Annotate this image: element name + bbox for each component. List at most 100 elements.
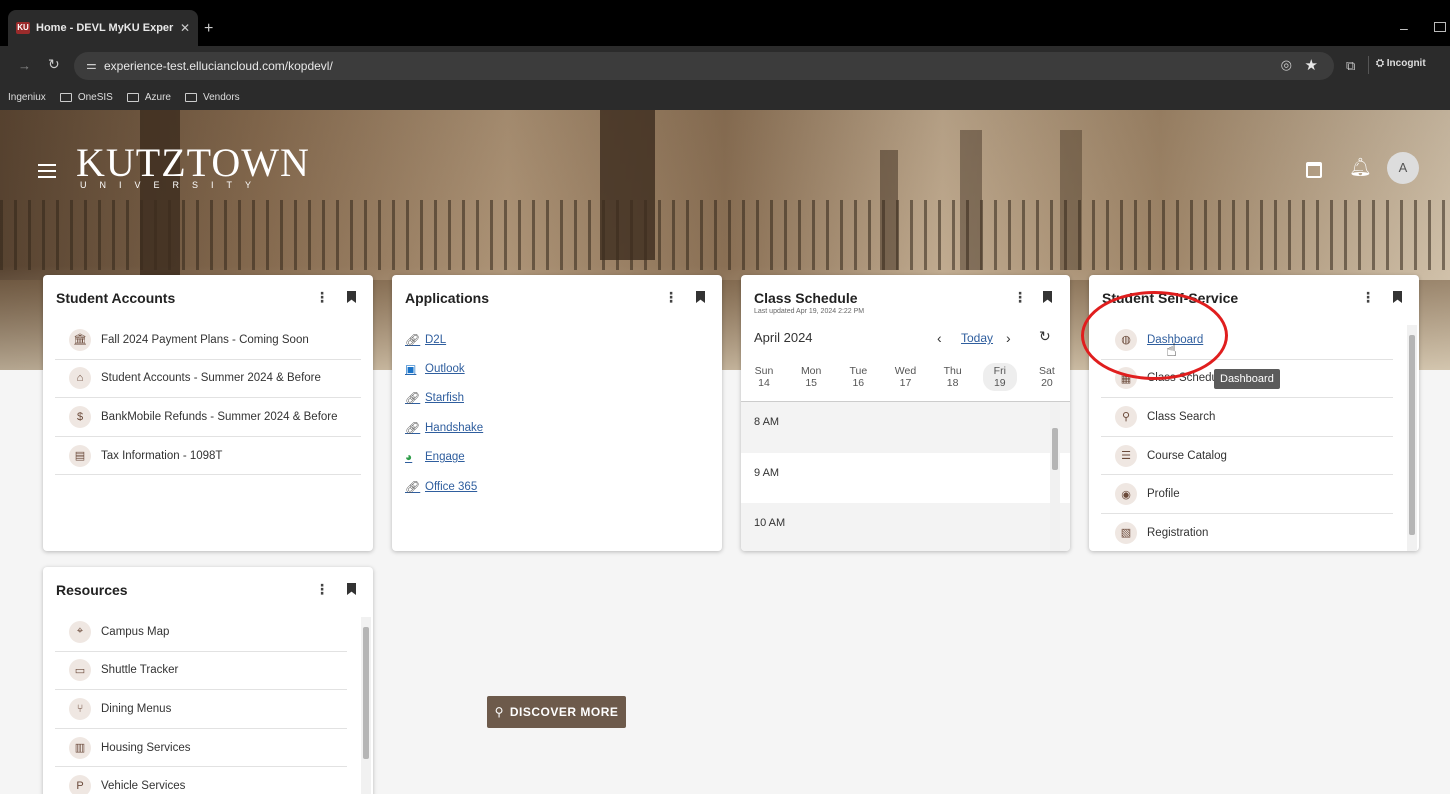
dashboard-tooltip: Dashboard xyxy=(1214,369,1280,389)
app-link-starfish[interactable]: 🔗︎ Starfish xyxy=(405,384,483,413)
bookmark-icon[interactable] xyxy=(347,583,356,595)
more-vert-icon[interactable]: ⋮ xyxy=(1013,289,1027,306)
calendar-icon[interactable] xyxy=(1306,162,1322,178)
app-link-engage[interactable]: ◕ Engage xyxy=(405,443,483,472)
building-column xyxy=(880,150,898,270)
item-label: Campus Map xyxy=(101,625,170,638)
address-bar[interactable]: ⚌ experience-test.elluciancloud.com/kopd… xyxy=(74,52,1334,80)
discover-more-label: DISCOVER MORE xyxy=(509,705,619,719)
bookmark-folder-onesis[interactable]: OneSIS xyxy=(59,91,113,103)
new-tab-button[interactable]: + xyxy=(204,20,213,38)
bookmark-folder-azure[interactable]: Azure xyxy=(126,92,171,103)
logo-wordmark: KUTZTOWN xyxy=(76,140,310,185)
card-title: Applications xyxy=(405,290,490,306)
scrollbar-thumb[interactable] xyxy=(1409,335,1415,535)
day-thu[interactable]: Thu 18 xyxy=(936,363,970,391)
bookmark-label: OneSIS xyxy=(77,91,113,103)
bookmark-icon[interactable] xyxy=(1043,291,1052,303)
bookmark-star-icon[interactable]: ★ xyxy=(1305,56,1318,74)
close-tab-icon[interactable]: ✕ xyxy=(180,21,190,35)
resources-scrollbar[interactable] xyxy=(361,617,371,794)
list-item[interactable]: ▤ Tax Information - 1098T xyxy=(55,437,361,476)
item-label: Housing Services xyxy=(101,741,191,754)
folder-icon xyxy=(184,92,197,102)
item-label: Vehicle Services xyxy=(101,780,186,793)
kutztown-logo[interactable]: KUTZTOWN UNIVERSITY xyxy=(76,140,310,191)
forward-icon[interactable]: → xyxy=(18,58,31,73)
browser-chrome: KU Home - DEVL MyKU Experienc ✕ + – → ↻ … xyxy=(0,0,1450,110)
list-item-profile[interactable]: ◉ Profile xyxy=(1101,475,1393,514)
list-item[interactable]: 🏛︎ Fall 2024 Payment Plans - Coming Soon xyxy=(55,321,361,360)
list-item-course-catalog[interactable]: ☰ Course Catalog xyxy=(1101,437,1393,476)
applications-list: 🔗︎ D2L ▣ Outlook 🔗︎ Starfish 🔗︎ Handshake ◕ E… xyxy=(405,325,483,501)
bookmark-ingeniux[interactable]: Ingeniux xyxy=(8,92,46,103)
today-button[interactable]: Today xyxy=(961,331,993,345)
link-icon: 🔗︎ xyxy=(405,479,421,494)
more-vert-icon[interactable]: ⋮ xyxy=(1361,289,1375,306)
search-icon: ⚲ xyxy=(1115,405,1137,428)
list-item[interactable]: $ BankMobile Refunds - Summer 2024 & Befo… xyxy=(55,398,361,437)
day-name: Fri xyxy=(993,365,1006,377)
day-wed[interactable]: Wed 17 xyxy=(888,363,922,391)
bookmark-icon[interactable] xyxy=(347,291,356,303)
list-item-vehicle-services[interactable]: P Vehicle Services xyxy=(55,767,347,794)
bookmark-icon[interactable] xyxy=(696,291,705,303)
more-vert-icon[interactable]: ⋮ xyxy=(664,289,678,306)
annotation-circle xyxy=(1081,291,1228,380)
day-name: Sat xyxy=(1039,365,1055,377)
eye-off-icon[interactable]: ◎ xyxy=(1281,57,1292,73)
list-item-class-search[interactable]: ⚲ Class Search xyxy=(1101,398,1393,437)
scrollbar-thumb[interactable] xyxy=(363,627,369,759)
card-title: Resources xyxy=(56,582,128,598)
list-item-housing-services[interactable]: ▥ Housing Services xyxy=(55,729,347,768)
incognito-indicator[interactable]: ⛭ Incognit xyxy=(1376,58,1426,69)
refresh-icon[interactable]: ↻ xyxy=(1039,328,1051,345)
more-vert-icon[interactable]: ⋮ xyxy=(315,289,329,306)
maximize-window-button[interactable] xyxy=(1434,22,1446,32)
link-icon: 🔗︎ xyxy=(405,420,421,435)
more-vert-icon[interactable]: ⋮ xyxy=(315,581,329,598)
list-item-shuttle-tracker[interactable]: ▭ Shuttle Tracker xyxy=(55,652,347,691)
day-tue[interactable]: Tue 16 xyxy=(841,363,875,391)
site-info-icon[interactable]: ⚌ xyxy=(86,58,97,72)
chevron-right-icon[interactable]: › xyxy=(1006,330,1011,346)
app-label: Engage xyxy=(425,451,465,464)
app-link-office365[interactable]: 🔗︎ Office 365 xyxy=(405,472,483,501)
hamburger-menu-icon[interactable] xyxy=(38,160,56,182)
list-item-dining-menus[interactable]: ⑂ Dining Menus xyxy=(55,690,347,729)
bookmark-folder-vendors[interactable]: Vendors xyxy=(184,92,240,103)
applications-card: Applications ⋮ 🔗︎ D2L ▣ Outlook 🔗︎ Starfish… xyxy=(392,275,722,551)
hand-cursor-icon: ☝︎ xyxy=(1166,340,1177,360)
hour-slot: 9 AM xyxy=(754,466,780,479)
minimize-window-button[interactable]: – xyxy=(1400,20,1408,36)
incognito-label: Incognit xyxy=(1386,58,1426,69)
schedule-grid[interactable]: 8 AM 9 AM 10 AM xyxy=(741,401,1070,551)
day-number: 15 xyxy=(805,377,817,389)
day-mon[interactable]: Mon 15 xyxy=(794,363,828,391)
app-link-handshake[interactable]: 🔗︎ Handshake xyxy=(405,413,483,442)
day-sun[interactable]: Sun 14 xyxy=(747,363,781,391)
scrollbar-thumb[interactable] xyxy=(1052,428,1058,470)
discover-more-button[interactable]: ⚲ DISCOVER MORE xyxy=(487,696,626,728)
list-item[interactable]: ⌂ Student Accounts - Summer 2024 & Before xyxy=(55,360,361,399)
day-sat[interactable]: Sat 20 xyxy=(1030,363,1064,391)
item-label: Class Search xyxy=(1147,410,1216,423)
chevron-left-icon[interactable]: ‹ xyxy=(937,330,942,346)
browser-tab[interactable]: KU Home - DEVL MyKU Experienc ✕ xyxy=(8,10,198,46)
day-fri-selected[interactable]: Fri 19 xyxy=(982,363,1017,391)
list-item-registration[interactable]: ▧ Registration xyxy=(1101,514,1393,551)
avatar[interactable]: A xyxy=(1387,152,1419,184)
app-link-d2l[interactable]: 🔗︎ D2L xyxy=(405,325,483,354)
app-label: Starfish xyxy=(425,392,464,405)
extensions-icon[interactable]: ⧉ xyxy=(1346,58,1355,74)
bookmark-icon[interactable] xyxy=(1393,291,1402,303)
self-service-scrollbar[interactable] xyxy=(1407,325,1417,551)
app-link-outlook[interactable]: ▣ Outlook xyxy=(405,354,483,383)
list-item-campus-map[interactable]: ⌖ Campus Map xyxy=(55,613,347,652)
day-number: 17 xyxy=(899,377,912,389)
url-text[interactable]: experience-test.elluciancloud.com/kopdev… xyxy=(104,59,333,73)
reload-icon[interactable]: ↻ xyxy=(48,56,60,73)
schedule-scrollbar[interactable] xyxy=(1050,402,1060,551)
notification-bell-icon[interactable]: 🔔︎ xyxy=(1349,157,1372,178)
item-label: Registration xyxy=(1147,526,1209,539)
